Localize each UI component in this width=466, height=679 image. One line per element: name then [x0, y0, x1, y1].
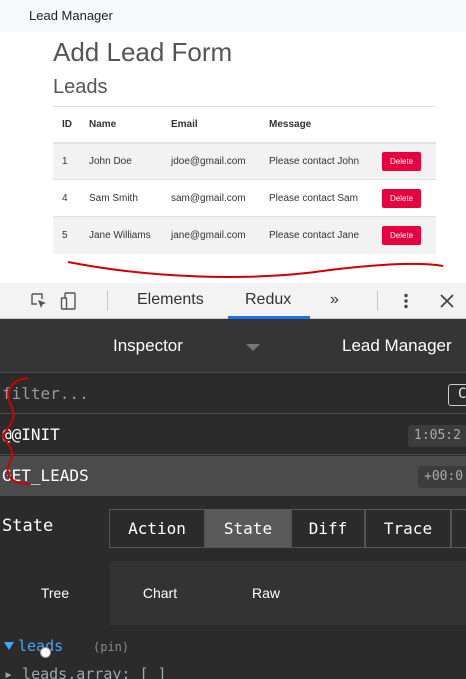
cell-email: jdoe@gmail.com: [162, 142, 260, 180]
cell-message: Please contact John: [260, 142, 373, 180]
table-header-row: ID Name Email Message: [53, 106, 436, 144]
table-row: 1 John Doe jdoe@gmail.com Please contact…: [53, 142, 436, 180]
cell-message: Please contact Jane: [260, 216, 373, 254]
cell-name: John Doe: [80, 142, 162, 180]
devtools-tabbar: Elements Redux »: [0, 283, 466, 319]
action-list-item-selected[interactable]: GET_LEADS +00:0: [0, 456, 466, 496]
cell-name: Sam Smith: [80, 179, 162, 217]
tab-elements[interactable]: Elements: [137, 291, 204, 309]
chevron-down-icon[interactable]: [246, 344, 260, 351]
inspector-tabs: State Action State Diff Trace: [0, 497, 466, 561]
cell-id: 1: [53, 142, 80, 180]
cell-id: 5: [53, 216, 80, 254]
subtab-tree[interactable]: Tree: [0, 561, 110, 625]
cell-action: Delete: [373, 216, 436, 254]
action-type: GET_LEADS: [2, 466, 89, 485]
cell-email: jane@gmail.com: [162, 216, 260, 254]
action-type: @@INIT: [2, 425, 60, 444]
navbar-brand[interactable]: Lead Manager: [29, 8, 113, 23]
page-title: Add Lead Form: [53, 37, 233, 67]
expand-arrow-icon[interactable]: [4, 642, 14, 650]
panel-label: State: [2, 516, 54, 536]
delete-button[interactable]: Delete: [382, 151, 422, 171]
leads-heading: Leads: [53, 76, 108, 98]
device-toolbar-icon[interactable]: [60, 292, 78, 310]
close-icon[interactable]: [438, 292, 456, 310]
redux-header: Inspector Lead Manager: [0, 319, 466, 373]
store-selector[interactable]: Lead Manager: [342, 336, 452, 356]
state-view-tabs: Tree Chart Raw: [0, 561, 466, 625]
header-email: Email: [162, 106, 260, 144]
subtab-chart[interactable]: Chart: [110, 561, 210, 625]
header-name: Name: [80, 106, 162, 144]
lead-manager-app: Lead Manager Add Lead Form Leads ID Name…: [0, 0, 466, 283]
leads-table: ID Name Email Message 1 John Doe jdoe@gm…: [53, 106, 436, 254]
tab-overflow[interactable]: [451, 509, 466, 548]
delete-button[interactable]: Delete: [382, 225, 422, 245]
header-id: ID: [53, 106, 80, 144]
delete-button[interactable]: Delete: [382, 188, 422, 208]
action-time: 1:05:2: [408, 425, 466, 447]
table-row: 5 Jane Williams jane@gmail.com Please co…: [53, 216, 436, 254]
navbar: Lead Manager: [0, 0, 466, 32]
more-tabs-button[interactable]: »: [330, 291, 339, 309]
cell-email: sam@gmail.com: [162, 179, 260, 217]
table-row: 4 Sam Smith sam@gmail.com Please contact…: [53, 179, 436, 217]
tab-diff[interactable]: Diff: [291, 509, 365, 548]
cell-action: Delete: [373, 142, 436, 180]
action-time: +00:0: [418, 466, 466, 488]
action-filter-row: filter... C: [0, 374, 466, 414]
action-list-item[interactable]: @@INIT 1:05:2: [0, 415, 466, 455]
tab-state[interactable]: State: [205, 509, 291, 548]
tab-redux[interactable]: Redux: [245, 291, 291, 309]
toolbar-divider: [107, 291, 108, 311]
header-message: Message: [260, 106, 373, 144]
more-vert-icon[interactable]: [397, 292, 415, 310]
subtab-raw[interactable]: Raw: [210, 561, 322, 625]
tab-trace[interactable]: Trace: [365, 509, 451, 548]
commit-button[interactable]: C: [448, 384, 466, 406]
tab-action[interactable]: Action: [109, 509, 205, 548]
cell-message: Please contact Sam: [260, 179, 373, 217]
state-tree: leads (pin) ▸ leads.array: [ ]: [0, 625, 466, 679]
cell-action: Delete: [373, 179, 436, 217]
cell-id: 4: [53, 179, 80, 217]
inspect-element-icon[interactable]: [30, 292, 48, 310]
devtools-panel: Elements Redux » Inspector Lead Manager …: [0, 283, 466, 679]
header-action: [373, 106, 436, 144]
toolbar-divider: [377, 291, 378, 311]
cell-name: Jane Williams: [80, 216, 162, 254]
monitor-selector[interactable]: Inspector: [113, 336, 183, 356]
pin-button[interactable]: (pin): [93, 640, 129, 654]
tree-child-row[interactable]: ▸ leads.array: [ ]: [4, 665, 167, 679]
mouse-cursor-icon: [40, 647, 51, 658]
filter-input[interactable]: filter...: [2, 384, 89, 403]
